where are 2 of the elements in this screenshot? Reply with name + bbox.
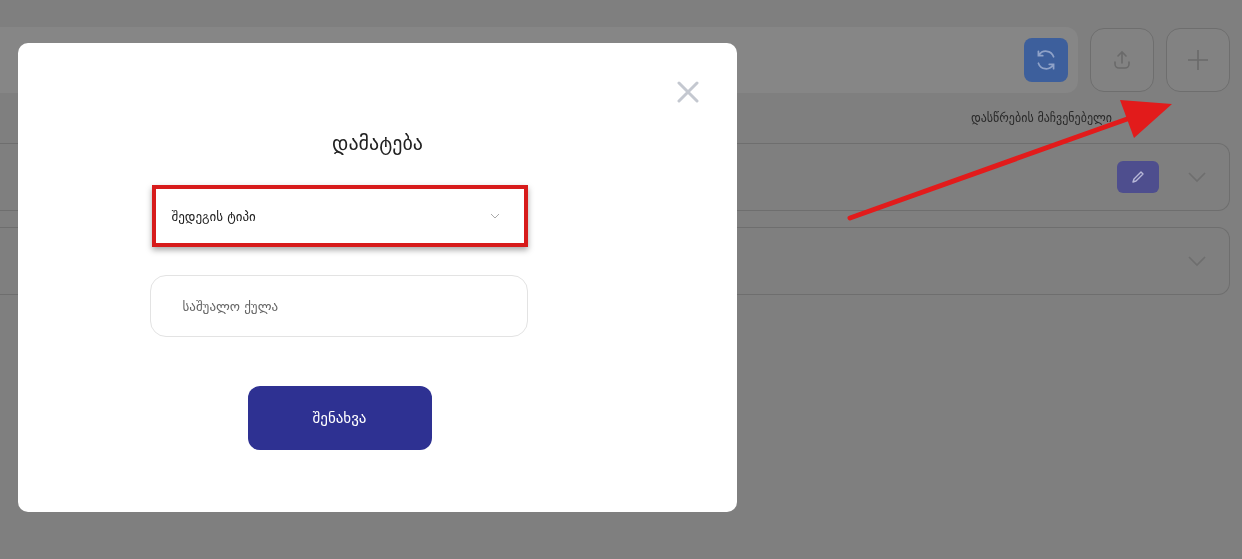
modal-title: დამატება xyxy=(332,131,423,155)
attendance-label: დასწრების მაჩვენებელი xyxy=(970,111,1112,125)
